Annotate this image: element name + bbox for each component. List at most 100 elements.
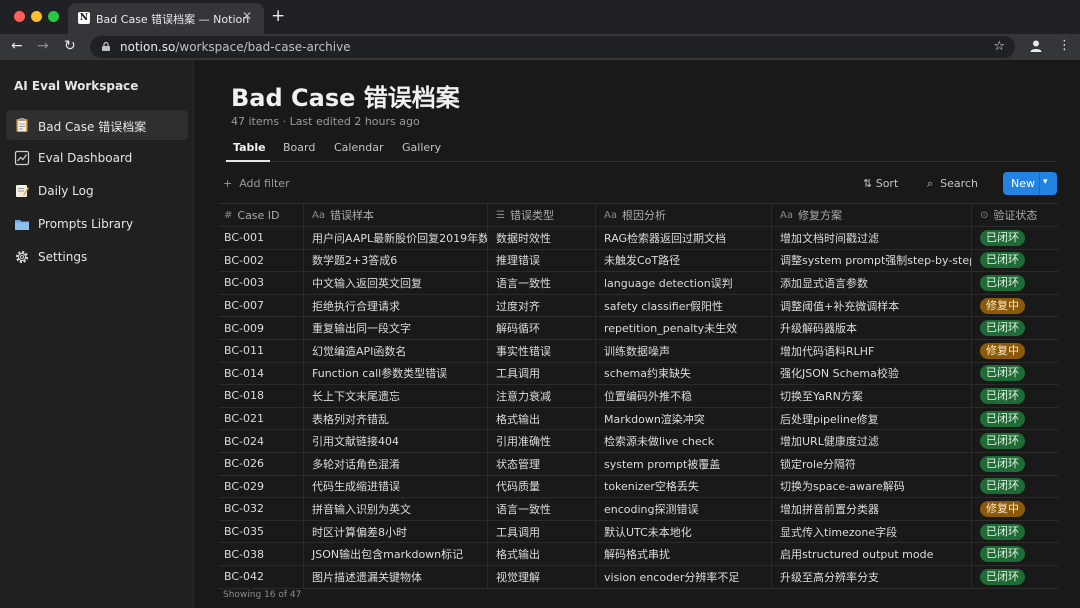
header-root-cause[interactable]: Aa 根因分析 — [596, 204, 772, 226]
error-sample-cell[interactable]: 多轮对话角色混淆 — [304, 452, 488, 475]
maximize-window-button[interactable] — [48, 11, 59, 22]
case-id-cell[interactable]: BC-035 — [218, 520, 304, 543]
fix-plan-cell[interactable]: 调整阈值+补充微调样本 — [772, 294, 972, 317]
case-id-cell[interactable]: BC-001 — [218, 227, 304, 249]
status-cell[interactable]: 修复中 — [972, 295, 1058, 317]
table-row[interactable]: BC-002 数学题2+3答成6 推理错误 未触发CoT路径 调整system prom… — [218, 249, 1058, 273]
root-cause-cell[interactable]: safety classifier假阳性 — [596, 294, 772, 317]
new-tab-icon[interactable]: + — [271, 6, 285, 26]
tab-gallery[interactable]: Gallery — [402, 141, 441, 154]
case-id-cell[interactable]: BC-032 — [218, 498, 304, 520]
sort-button[interactable]: ⇅ Sort — [863, 177, 898, 190]
error-sample-cell[interactable]: 时区计算偏差8小时 — [304, 520, 488, 543]
status-cell[interactable]: 已闭环 — [972, 363, 1058, 385]
table-row[interactable]: BC-009 重复输出同一段文字 解码循环 repetition_penalty未生效… — [218, 317, 1058, 340]
error-sample-cell[interactable]: 拒绝执行合理请求 — [304, 294, 488, 317]
status-cell[interactable]: 已闭环 — [972, 408, 1058, 430]
fix-plan-cell[interactable]: 强化JSON Schema校验 — [772, 362, 972, 385]
root-cause-cell[interactable]: 检索源未做live check — [596, 430, 772, 452]
error-type-cell[interactable]: 推理错误 — [488, 249, 596, 272]
error-type-cell[interactable]: 注意力衰减 — [488, 385, 596, 407]
header-error-sample[interactable]: Aa 错误样本 — [304, 204, 488, 226]
status-cell[interactable]: 修复中 — [972, 498, 1058, 520]
root-cause-cell[interactable]: 位置编码外推不稳 — [596, 385, 772, 407]
error-sample-cell[interactable]: 图片描述遗漏关键物体 — [304, 565, 488, 588]
fix-plan-cell[interactable]: 增加代码语料RLHF — [772, 339, 972, 362]
error-sample-cell[interactable]: 重复输出同一段文字 — [304, 317, 488, 339]
add-filter-button[interactable]: + Add filter — [223, 177, 290, 190]
error-type-cell[interactable]: 视觉理解 — [488, 565, 596, 588]
root-cause-cell[interactable]: 训练数据噪声 — [596, 339, 772, 362]
table-row[interactable]: BC-038 JSON输出包含markdown标记 格式输出 解码格式串扰 启用stru… — [218, 543, 1058, 566]
root-cause-cell[interactable]: system prompt被覆盖 — [596, 452, 772, 475]
tab-close-icon[interactable]: ✕ — [242, 9, 252, 23]
status-cell[interactable]: 已闭环 — [972, 385, 1058, 407]
error-type-cell[interactable]: 语言一致性 — [488, 498, 596, 520]
status-cell[interactable]: 已闭环 — [972, 521, 1058, 543]
fix-plan-cell[interactable]: 启用structured output mode — [772, 543, 972, 565]
table-row[interactable]: BC-035 时区计算偏差8小时 工具调用 默认UTC未本地化 显式传入timezone… — [218, 520, 1058, 544]
error-type-cell[interactable]: 工具调用 — [488, 362, 596, 385]
root-cause-cell[interactable]: language detection误判 — [596, 272, 772, 294]
case-id-cell[interactable]: BC-038 — [218, 543, 304, 565]
fix-plan-cell[interactable]: 添加显式语言参数 — [772, 272, 972, 294]
root-cause-cell[interactable]: 未触发CoT路径 — [596, 249, 772, 272]
bookmark-star-icon[interactable]: ☆ — [993, 39, 1005, 54]
fix-plan-cell[interactable]: 后处理pipeline修复 — [772, 407, 972, 430]
fix-plan-cell[interactable]: 增加拼音前置分类器 — [772, 498, 972, 520]
fix-plan-cell[interactable]: 调整system prompt强制step-by-step — [772, 249, 972, 272]
table-row[interactable]: BC-042 图片描述遗漏关键物体 视觉理解 vision encoder分辨率不足 升… — [218, 565, 1058, 589]
error-sample-cell[interactable]: 数学题2+3答成6 — [304, 249, 488, 272]
error-type-cell[interactable]: 工具调用 — [488, 520, 596, 543]
reload-icon[interactable]: ↻ — [64, 38, 76, 54]
root-cause-cell[interactable]: tokenizer空格丢失 — [596, 475, 772, 498]
error-sample-cell[interactable]: JSON输出包含markdown标记 — [304, 543, 488, 565]
root-cause-cell[interactable]: repetition_penalty未生效 — [596, 317, 772, 339]
fix-plan-cell[interactable]: 切换为space-aware解码 — [772, 475, 972, 498]
error-type-cell[interactable]: 语言一致性 — [488, 272, 596, 294]
error-sample-cell[interactable]: 拼音输入识别为英文 — [304, 498, 488, 520]
sidebar-item-bad-case[interactable]: Bad Case 错误档案 — [6, 110, 188, 140]
root-cause-cell[interactable]: schema约束缺失 — [596, 362, 772, 385]
tab-calendar[interactable]: Calendar — [334, 141, 383, 154]
status-cell[interactable]: 已闭环 — [972, 453, 1058, 475]
header-case-id[interactable]: # Case ID — [218, 204, 304, 226]
browser-tab[interactable]: N Bad Case 错误档案 — Notion ✕ — [68, 3, 264, 34]
case-id-cell[interactable]: BC-007 — [218, 294, 304, 317]
header-error-type[interactable]: ☰ 错误类型 — [488, 204, 596, 226]
error-type-cell[interactable]: 过度对齐 — [488, 294, 596, 317]
case-id-cell[interactable]: BC-018 — [218, 385, 304, 407]
status-cell[interactable]: 已闭环 — [972, 430, 1058, 452]
error-sample-cell[interactable]: 长上下文末尾遗忘 — [304, 385, 488, 407]
error-sample-cell[interactable]: 表格列对齐错乱 — [304, 407, 488, 430]
fix-plan-cell[interactable]: 增加文档时间戳过滤 — [772, 227, 972, 249]
status-cell[interactable]: 已闭环 — [972, 566, 1058, 588]
error-sample-cell[interactable]: 引用文献链接404 — [304, 430, 488, 452]
root-cause-cell[interactable]: Markdown渲染冲突 — [596, 407, 772, 430]
error-sample-cell[interactable]: 用户问AAPL最新股价回复2019年数据 — [304, 227, 488, 249]
status-cell[interactable]: 已闭环 — [972, 250, 1058, 272]
table-row[interactable]: BC-018 长上下文末尾遗忘 注意力衰减 位置编码外推不稳 切换至YaRN方案 已闭环 — [218, 385, 1058, 408]
header-verify-status[interactable]: ⊙ 验证状态 — [972, 204, 1058, 226]
status-cell[interactable]: 修复中 — [972, 340, 1058, 362]
table-row[interactable]: BC-021 表格列对齐错乱 格式输出 Markdown渲染冲突 后处理pipeline… — [218, 407, 1058, 431]
case-id-cell[interactable]: BC-021 — [218, 407, 304, 430]
tab-board[interactable]: Board — [283, 141, 315, 154]
tab-table[interactable]: Table — [233, 141, 266, 154]
root-cause-cell[interactable]: encoding探测错误 — [596, 498, 772, 520]
table-row[interactable]: BC-026 多轮对话角色混淆 状态管理 system prompt被覆盖 锁定role… — [218, 452, 1058, 476]
error-type-cell[interactable]: 数据时效性 — [488, 227, 596, 249]
status-cell[interactable]: 已闭环 — [972, 317, 1058, 339]
sidebar-item-eval-dashboard[interactable]: Eval Dashboard — [6, 143, 188, 173]
header-fix-plan[interactable]: Aa 修复方案 — [772, 204, 972, 226]
search-button[interactable]: ⌕ Search — [927, 177, 978, 191]
root-cause-cell[interactable]: RAG检索器返回过期文档 — [596, 227, 772, 249]
back-arrow-icon[interactable]: ← — [11, 38, 23, 54]
root-cause-cell[interactable]: 默认UTC未本地化 — [596, 520, 772, 543]
error-type-cell[interactable]: 事实性错误 — [488, 339, 596, 362]
case-id-cell[interactable]: BC-009 — [218, 317, 304, 339]
table-row[interactable]: BC-014 Function call参数类型错误 工具调用 schema约束缺失 强… — [218, 362, 1058, 386]
fix-plan-cell[interactable]: 升级至高分辨率分支 — [772, 565, 972, 588]
minimize-window-button[interactable] — [31, 11, 42, 22]
table-row[interactable]: BC-032 拼音输入识别为英文 语言一致性 encoding探测错误 增加拼音前置分类… — [218, 498, 1058, 521]
